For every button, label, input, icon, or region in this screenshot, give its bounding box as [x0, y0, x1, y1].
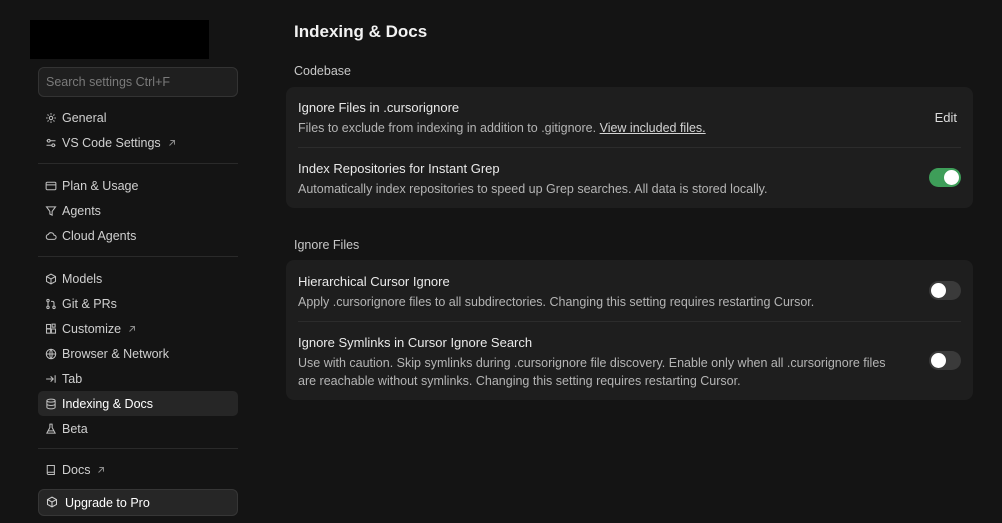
section-label-ignore-files: Ignore Files — [294, 238, 360, 252]
sidebar-item-label: Beta — [62, 421, 88, 436]
sidebar-item-label: Git & PRs — [62, 296, 117, 311]
sidebar-item-plan-usage[interactable]: Plan & Usage — [38, 173, 238, 198]
sidebar-item-tab[interactable]: Tab — [38, 366, 238, 391]
toggle-knob — [931, 353, 946, 368]
sidebar-item-label: Docs — [62, 462, 91, 477]
setting-title: Index Repositories for Instant Grep — [298, 161, 500, 176]
page-title: Indexing & Docs — [294, 22, 428, 41]
flask-icon — [44, 422, 57, 435]
git-icon — [44, 297, 57, 310]
sidebar-divider — [38, 256, 238, 257]
sidebar-item-general[interactable]: General — [38, 105, 238, 130]
redacted-profile — [30, 20, 209, 59]
external-link-icon — [167, 138, 177, 148]
setting-description-line: are reachable without symlinks. Changing… — [298, 374, 741, 388]
setting-row-hierarchical-ignore: Hierarchical Cursor Ignore Apply .cursor… — [298, 274, 961, 311]
toggle-knob — [931, 283, 946, 298]
setting-title: Ignore Files in .cursorignore — [298, 100, 460, 115]
ignore-files-card: Hierarchical Cursor Ignore Apply .cursor… — [286, 260, 973, 400]
sidebar-item-label: Indexing & Docs — [62, 396, 154, 411]
database-icon — [44, 397, 57, 410]
sidebar-item-label: General — [62, 110, 107, 125]
sidebar-item-label: VS Code Settings — [62, 135, 161, 150]
search-box[interactable] — [38, 67, 238, 97]
sidebar-item-git-prs[interactable]: Git & PRs — [38, 291, 238, 316]
sidebar-item-cloud-agents[interactable]: Cloud Agents — [38, 223, 238, 248]
upgrade-label: Upgrade to Pro — [65, 495, 150, 510]
sidebar-item-label: Cloud Agents — [62, 228, 137, 243]
sidebar-item-label: Models — [62, 271, 103, 286]
section-label-codebase: Codebase — [294, 64, 351, 78]
cloud-icon — [44, 229, 57, 242]
gear-icon — [44, 111, 57, 124]
book-icon — [44, 463, 57, 476]
setting-description-text: Files to exclude from indexing in additi… — [298, 121, 597, 135]
sidebar-item-customize[interactable]: Customize — [38, 316, 238, 341]
globe-icon — [44, 347, 57, 360]
sidebar-item-beta[interactable]: Beta — [38, 416, 238, 441]
setting-title: Hierarchical Cursor Ignore — [298, 274, 450, 289]
setting-row-instant-grep: Index Repositories for Instant Grep Auto… — [298, 161, 961, 198]
card-icon — [44, 179, 57, 192]
ignore-symlinks-toggle[interactable] — [929, 351, 961, 370]
setting-row-ignore-symlinks: Ignore Symlinks in Cursor Ignore Search … — [298, 335, 961, 390]
sidebar-divider — [38, 448, 238, 449]
cube-icon — [44, 272, 57, 285]
sidebar-item-vscode-settings[interactable]: VS Code Settings — [38, 130, 238, 155]
sidebar-divider — [38, 163, 238, 164]
settings-sidebar: General VS Code Settings Plan & Usage Ag… — [0, 0, 254, 523]
setting-title: Ignore Symlinks in Cursor Ignore Search — [298, 335, 533, 350]
setting-description-line: Use with caution. Skip symlinks during .… — [298, 356, 886, 370]
sidebar-item-label: Customize — [62, 321, 122, 336]
sidebar-item-agents[interactable]: Agents — [38, 198, 238, 223]
tab-arrow-icon — [44, 372, 57, 385]
codebase-card: Ignore Files in .cursorignore Files to e… — [286, 87, 973, 208]
sidebar-item-label: Plan & Usage — [62, 178, 139, 193]
sidebar-item-label: Tab — [62, 371, 83, 386]
sidebar-item-docs[interactable]: Docs — [38, 457, 238, 482]
toggle-knob — [944, 170, 959, 185]
instant-grep-toggle[interactable] — [929, 168, 961, 187]
cube-icon — [46, 496, 59, 509]
external-link-icon — [127, 324, 137, 334]
nav-group-docs: Docs — [38, 457, 238, 482]
external-link-icon — [96, 465, 106, 475]
setting-description: Files to exclude from indexing in additi… — [298, 119, 961, 137]
setting-description: Automatically index repositories to spee… — [298, 182, 768, 196]
nav-group-general: General VS Code Settings — [38, 105, 238, 155]
sidebar-item-browser-network[interactable]: Browser & Network — [38, 341, 238, 366]
row-divider — [298, 321, 961, 322]
sidebar-item-indexing-docs[interactable]: Indexing & Docs — [38, 391, 238, 416]
edit-button[interactable]: Edit — [935, 110, 957, 125]
setting-description: Apply .cursorignore files to all subdire… — [298, 295, 815, 309]
sidebar-item-models[interactable]: Models — [38, 266, 238, 291]
hierarchical-ignore-toggle[interactable] — [929, 281, 961, 300]
upgrade-to-pro-button[interactable]: Upgrade to Pro — [38, 489, 238, 516]
sliders-icon — [44, 136, 57, 149]
setting-description: Use with caution. Skip symlinks during .… — [298, 354, 961, 390]
setting-row-ignore-files: Ignore Files in .cursorignore Files to e… — [298, 100, 961, 137]
sidebar-item-label: Agents — [62, 203, 101, 218]
nav-group-account: Plan & Usage Agents Cloud Agents — [38, 173, 238, 248]
sidebar-item-label: Browser & Network — [62, 346, 169, 361]
nav-group-features: Models Git & PRs Customize Browser & Net… — [38, 266, 238, 441]
blocks-icon — [44, 322, 57, 335]
view-included-files-link[interactable]: View included files. — [600, 121, 706, 135]
search-input[interactable] — [46, 75, 230, 89]
funnel-icon — [44, 204, 57, 217]
row-divider — [298, 147, 961, 148]
